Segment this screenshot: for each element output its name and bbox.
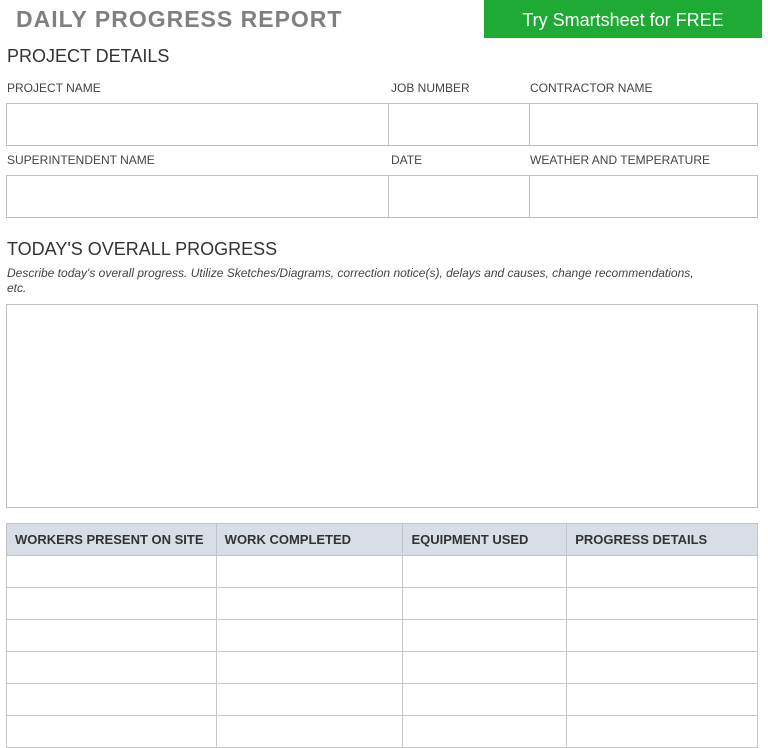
table-cell[interactable] [215,683,404,716]
try-smartsheet-button[interactable]: Try Smartsheet for FREE [484,0,762,38]
table-cell[interactable] [402,715,568,748]
col-workers-present: WORKERS PRESENT ON SITE [6,523,217,556]
superintendent-name-label: SUPERINTENDENT NAME [7,153,155,167]
table-cell[interactable] [402,555,568,588]
weather-field[interactable] [529,175,758,218]
project-name-field[interactable] [6,103,389,146]
table-cell[interactable] [215,587,404,620]
table-cell[interactable] [402,651,568,684]
progress-table: WORKERS PRESENT ON SITE WORK COMPLETED E… [6,523,758,748]
weather-label: WEATHER AND TEMPERATURE [530,153,711,167]
table-row [6,715,758,748]
project-name-label: PROJECT NAME [7,81,101,95]
table-cell[interactable] [215,651,404,684]
table-cell[interactable] [402,587,568,620]
table-cell[interactable] [6,715,217,748]
date-field[interactable] [388,175,530,218]
table-cell[interactable] [6,619,217,652]
table-cell[interactable] [566,619,758,652]
table-row [6,683,758,716]
table-row [6,587,758,620]
job-number-label: JOB NUMBER [391,81,470,95]
table-cell[interactable] [402,683,568,716]
contractor-name-field[interactable] [529,103,758,146]
table-cell[interactable] [566,555,758,588]
table-cell[interactable] [6,651,217,684]
col-progress-details: PROGRESS DETAILS [566,523,758,556]
overall-progress-textarea[interactable] [6,304,758,508]
overall-progress-heading: TODAY'S OVERALL PROGRESS [7,239,278,259]
table-cell[interactable] [215,555,404,588]
table-row [6,555,758,588]
superintendent-name-field[interactable] [6,175,389,218]
project-details-heading: PROJECT DETAILS [7,46,170,66]
table-row [6,651,758,684]
col-work-completed: WORK COMPLETED [215,523,404,556]
table-row [6,619,758,652]
table-cell[interactable] [566,651,758,684]
table-cell[interactable] [566,587,758,620]
table-cell[interactable] [566,715,758,748]
table-cell[interactable] [6,555,217,588]
date-label: DATE [391,153,423,167]
job-number-field[interactable] [388,103,530,146]
table-cell[interactable] [6,683,217,716]
table-cell[interactable] [215,715,404,748]
table-cell[interactable] [402,619,568,652]
contractor-name-label: CONTRACTOR NAME [530,81,653,95]
table-header-row: WORKERS PRESENT ON SITE WORK COMPLETED E… [6,523,758,556]
overall-progress-instructions: Describe today's overall progress. Utili… [7,266,694,295]
page-title: DAILY PROGRESS REPORT [16,6,343,32]
col-equipment-used: EQUIPMENT USED [402,523,568,556]
table-cell[interactable] [215,619,404,652]
table-cell[interactable] [566,683,758,716]
table-cell[interactable] [6,587,217,620]
